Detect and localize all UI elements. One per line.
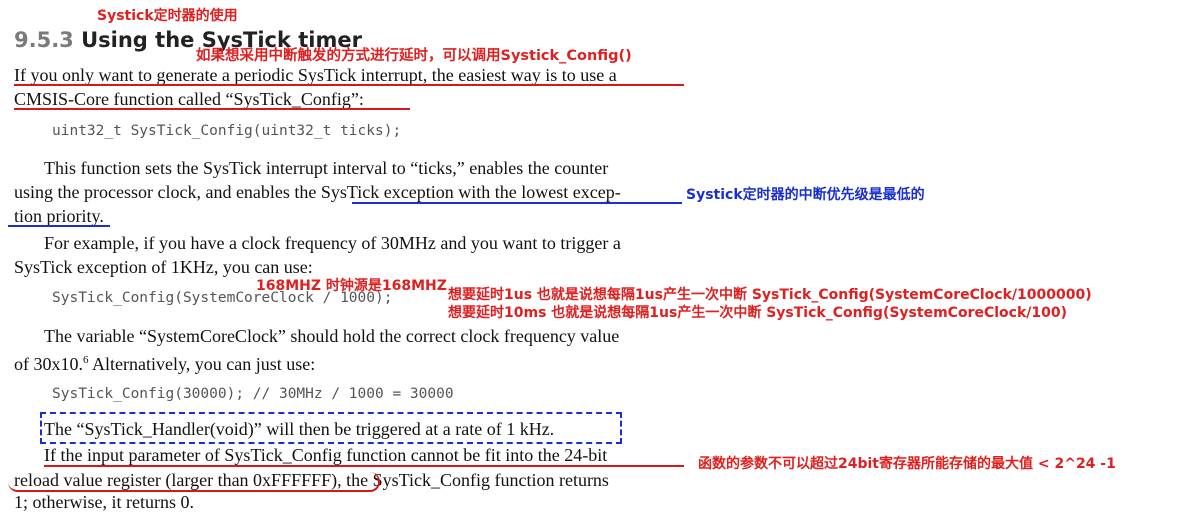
paragraph-line: The variable “SystemCoreClock” should ho… bbox=[44, 326, 620, 346]
paragraph-line: The “SysTick_Handler(void)” will then be… bbox=[44, 419, 555, 439]
annotation-interrupt-delay: 如果想采用中断触发的方式进行延时，可以调用Systick_Config() bbox=[196, 48, 632, 64]
code-line: SysTick_Config(SystemCoreClock / 1000); bbox=[52, 290, 393, 306]
annotation-max-value: 函数的参数不可以超过24bit寄存器所能存储的最大值 < 2^24 -1 bbox=[698, 456, 1116, 472]
annotation-title: Systick定时器的使用 bbox=[97, 8, 238, 24]
paragraph-line: CMSIS-Core function called “SysTick_Conf… bbox=[14, 89, 364, 109]
paragraph-line: tion priority. bbox=[14, 206, 104, 226]
annotation-delay-10ms: 想要延时10ms 也就是说想每隔1us产生一次中断 SysTick_Config… bbox=[448, 305, 1067, 321]
red-underline bbox=[44, 465, 684, 467]
red-underline bbox=[14, 108, 410, 110]
red-underline bbox=[14, 84, 684, 86]
blue-underline bbox=[8, 225, 110, 227]
paragraph-line: If the input parameter of SysTick_Config… bbox=[44, 445, 608, 465]
paragraph-line: For example, if you have a clock frequen… bbox=[44, 233, 621, 253]
paragraph-line: SysTick exception of 1KHz, you can use: bbox=[14, 257, 313, 277]
paragraph-line: If you only want to generate a periodic … bbox=[14, 65, 617, 85]
annotation-delay-1us: 想要延时1us 也就是说想每隔1us产生一次中断 SysTick_Config(… bbox=[448, 287, 1092, 303]
text-run: Alternatively, you can just use: bbox=[88, 354, 316, 374]
code-line: uint32_t SysTick_Config(uint32_t ticks); bbox=[52, 123, 402, 139]
annotation-lowest-priority: Systick定时器的中断优先级是最低的 bbox=[686, 187, 925, 203]
text-run: of 30x10. bbox=[14, 354, 83, 374]
section-number: 9.5.3 bbox=[14, 28, 74, 52]
red-circle-mark bbox=[8, 472, 380, 492]
paragraph-line: 1; otherwise, it returns 0. bbox=[14, 492, 194, 512]
paragraph-line: using the processor clock, and enables t… bbox=[14, 182, 621, 202]
paragraph-line: This function sets the SysTick interrupt… bbox=[44, 158, 609, 178]
paragraph-line: of 30x10.6 Alternatively, you can just u… bbox=[14, 349, 315, 375]
blue-underline bbox=[352, 202, 682, 204]
code-line: SysTick_Config(30000); // 30MHz / 1000 =… bbox=[52, 386, 454, 402]
